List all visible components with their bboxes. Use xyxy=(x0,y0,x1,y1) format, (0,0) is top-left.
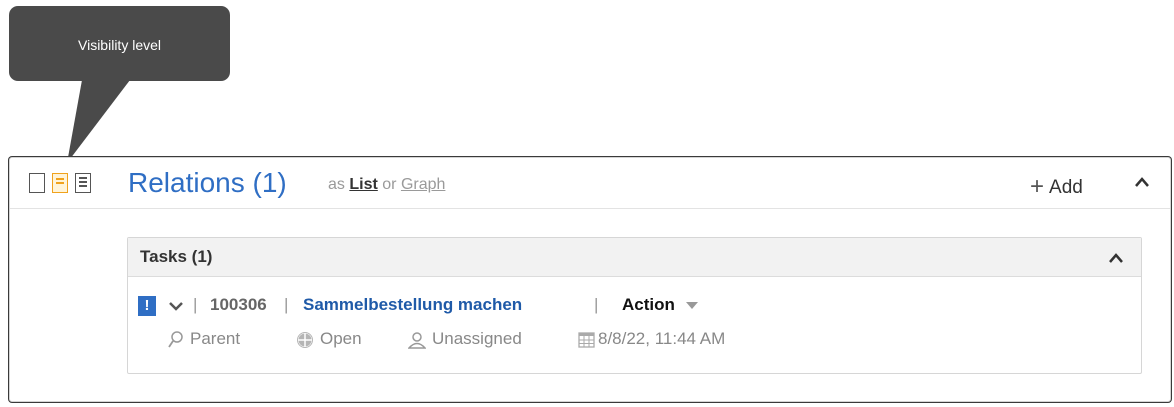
tasks-header: Tasks (1) xyxy=(128,238,1141,277)
status-open-icon xyxy=(296,331,314,349)
calendar-icon xyxy=(578,332,595,348)
assignee-label: Unassigned xyxy=(432,329,522,348)
collapse-tasks-chevron-up-icon[interactable] xyxy=(1107,252,1125,264)
visibility-level-tooltip: Visibility level xyxy=(9,6,230,81)
task-name-link[interactable]: Sammelbestellung machen xyxy=(303,295,522,315)
search-parent-icon xyxy=(168,331,183,348)
relations-panel: Relations (1) as List or Graph + Add Task… xyxy=(9,157,1171,402)
tasks-card: Tasks (1) ! | 100306 | Sammelbestellung … xyxy=(127,237,1142,374)
plus-icon: + xyxy=(1030,173,1045,200)
add-relation-button[interactable]: + Add xyxy=(1030,172,1083,200)
separator: | xyxy=(594,295,599,314)
separator: | xyxy=(193,295,198,314)
view-prefix: as xyxy=(328,176,345,193)
tasks-title: Tasks (1) xyxy=(140,247,213,266)
collapse-panel-chevron-up-icon[interactable] xyxy=(1133,176,1151,188)
add-label: Add xyxy=(1049,177,1083,198)
separator: | xyxy=(284,295,289,314)
visibility-summary-icon[interactable] xyxy=(52,173,68,193)
visibility-expanded-icon[interactable] xyxy=(75,173,91,193)
relations-title: Relations (1) xyxy=(128,167,287,198)
tooltip-text: Visibility level xyxy=(78,37,161,53)
task-id: 100306 xyxy=(210,295,267,314)
view-graph-link[interactable]: Graph xyxy=(401,176,445,193)
view-list-link[interactable]: List xyxy=(349,176,377,193)
status-label: Open xyxy=(320,329,362,348)
task-type[interactable]: Action xyxy=(622,295,675,315)
priority-icon: ! xyxy=(138,296,156,316)
user-icon xyxy=(408,332,426,349)
date-label: 8/8/22, 11:44 AM xyxy=(598,329,726,348)
type-dropdown-caret-icon[interactable] xyxy=(686,302,698,310)
parent-label: Parent xyxy=(190,329,241,348)
visibility-collapsed-icon[interactable] xyxy=(29,173,45,193)
view-or: or xyxy=(382,176,397,193)
expand-task-chevron-down-icon[interactable] xyxy=(168,301,184,311)
view-mode-switch: as List or Graph xyxy=(328,176,445,194)
relations-header: Relations (1) as List or Graph + Add xyxy=(10,158,1170,209)
